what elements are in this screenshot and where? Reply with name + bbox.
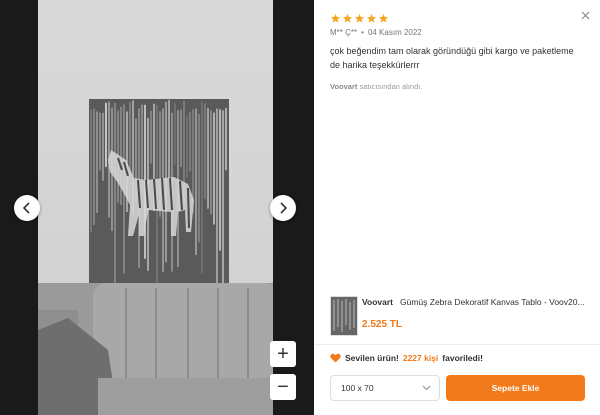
review-comment: çok beğendim tam olarak göründüğü gibi k…: [330, 46, 574, 70]
meta-separator: •: [361, 28, 364, 37]
chevron-right-icon: [280, 202, 288, 214]
product-brand[interactable]: Voovart: [362, 297, 393, 307]
zebra-painting: [89, 99, 229, 291]
chevron-left-icon: [22, 202, 30, 214]
divider: [314, 344, 600, 345]
review-author: M** Ç**: [330, 28, 358, 37]
star-icon: [342, 13, 353, 23]
close-button[interactable]: [577, 7, 593, 23]
previous-image-button[interactable]: [14, 195, 40, 221]
close-icon: [581, 11, 589, 19]
review-date: 04 Kasım 2022: [367, 28, 422, 37]
seller-suffix: satıcısından alındı.: [359, 82, 423, 91]
rating-stars: [330, 13, 389, 24]
zoom-out-button[interactable]: −: [270, 374, 296, 400]
seller-name: Voovart: [330, 82, 358, 91]
image-viewer: + −: [0, 0, 314, 415]
next-image-button[interactable]: [270, 195, 296, 221]
review-photo: [38, 0, 273, 415]
star-icon: [330, 13, 341, 23]
product-name[interactable]: Gümüş Zebra Dekoratif Kanvas Tablo - Voo…: [400, 297, 590, 307]
favorite-prefix: Sevilen ürün!: [345, 353, 399, 363]
favorite-suffix: favoriledi!: [442, 353, 483, 363]
favorite-count: 2227 kişi: [402, 353, 439, 363]
star-icon: [366, 13, 377, 23]
star-icon: [354, 13, 365, 23]
add-to-cart-button[interactable]: Sepete Ekle: [446, 375, 585, 401]
product-thumbnail[interactable]: [330, 296, 358, 336]
review-meta: M** Ç** • 04 Kasım 2022: [330, 28, 422, 37]
zoom-in-button[interactable]: +: [270, 341, 296, 367]
product-card: Voovart Gümüş Zebra Dekoratif Kanvas Tab…: [330, 296, 590, 336]
review-panel: M** Ç** • 04 Kasım 2022 çok beğendim tam…: [314, 0, 600, 415]
heart-icon: [330, 353, 341, 363]
favorite-info: Sevilen ürün! 2227 kişi favoriledi!: [330, 353, 483, 363]
size-select-value: 100 x 70: [341, 383, 374, 393]
chevron-down-icon: [422, 385, 431, 391]
seller-info: Voovart satıcısından alındı.: [330, 82, 422, 91]
product-price: 2.525 TL: [362, 319, 403, 330]
size-select[interactable]: 100 x 70: [330, 375, 440, 401]
star-icon: [378, 13, 389, 23]
